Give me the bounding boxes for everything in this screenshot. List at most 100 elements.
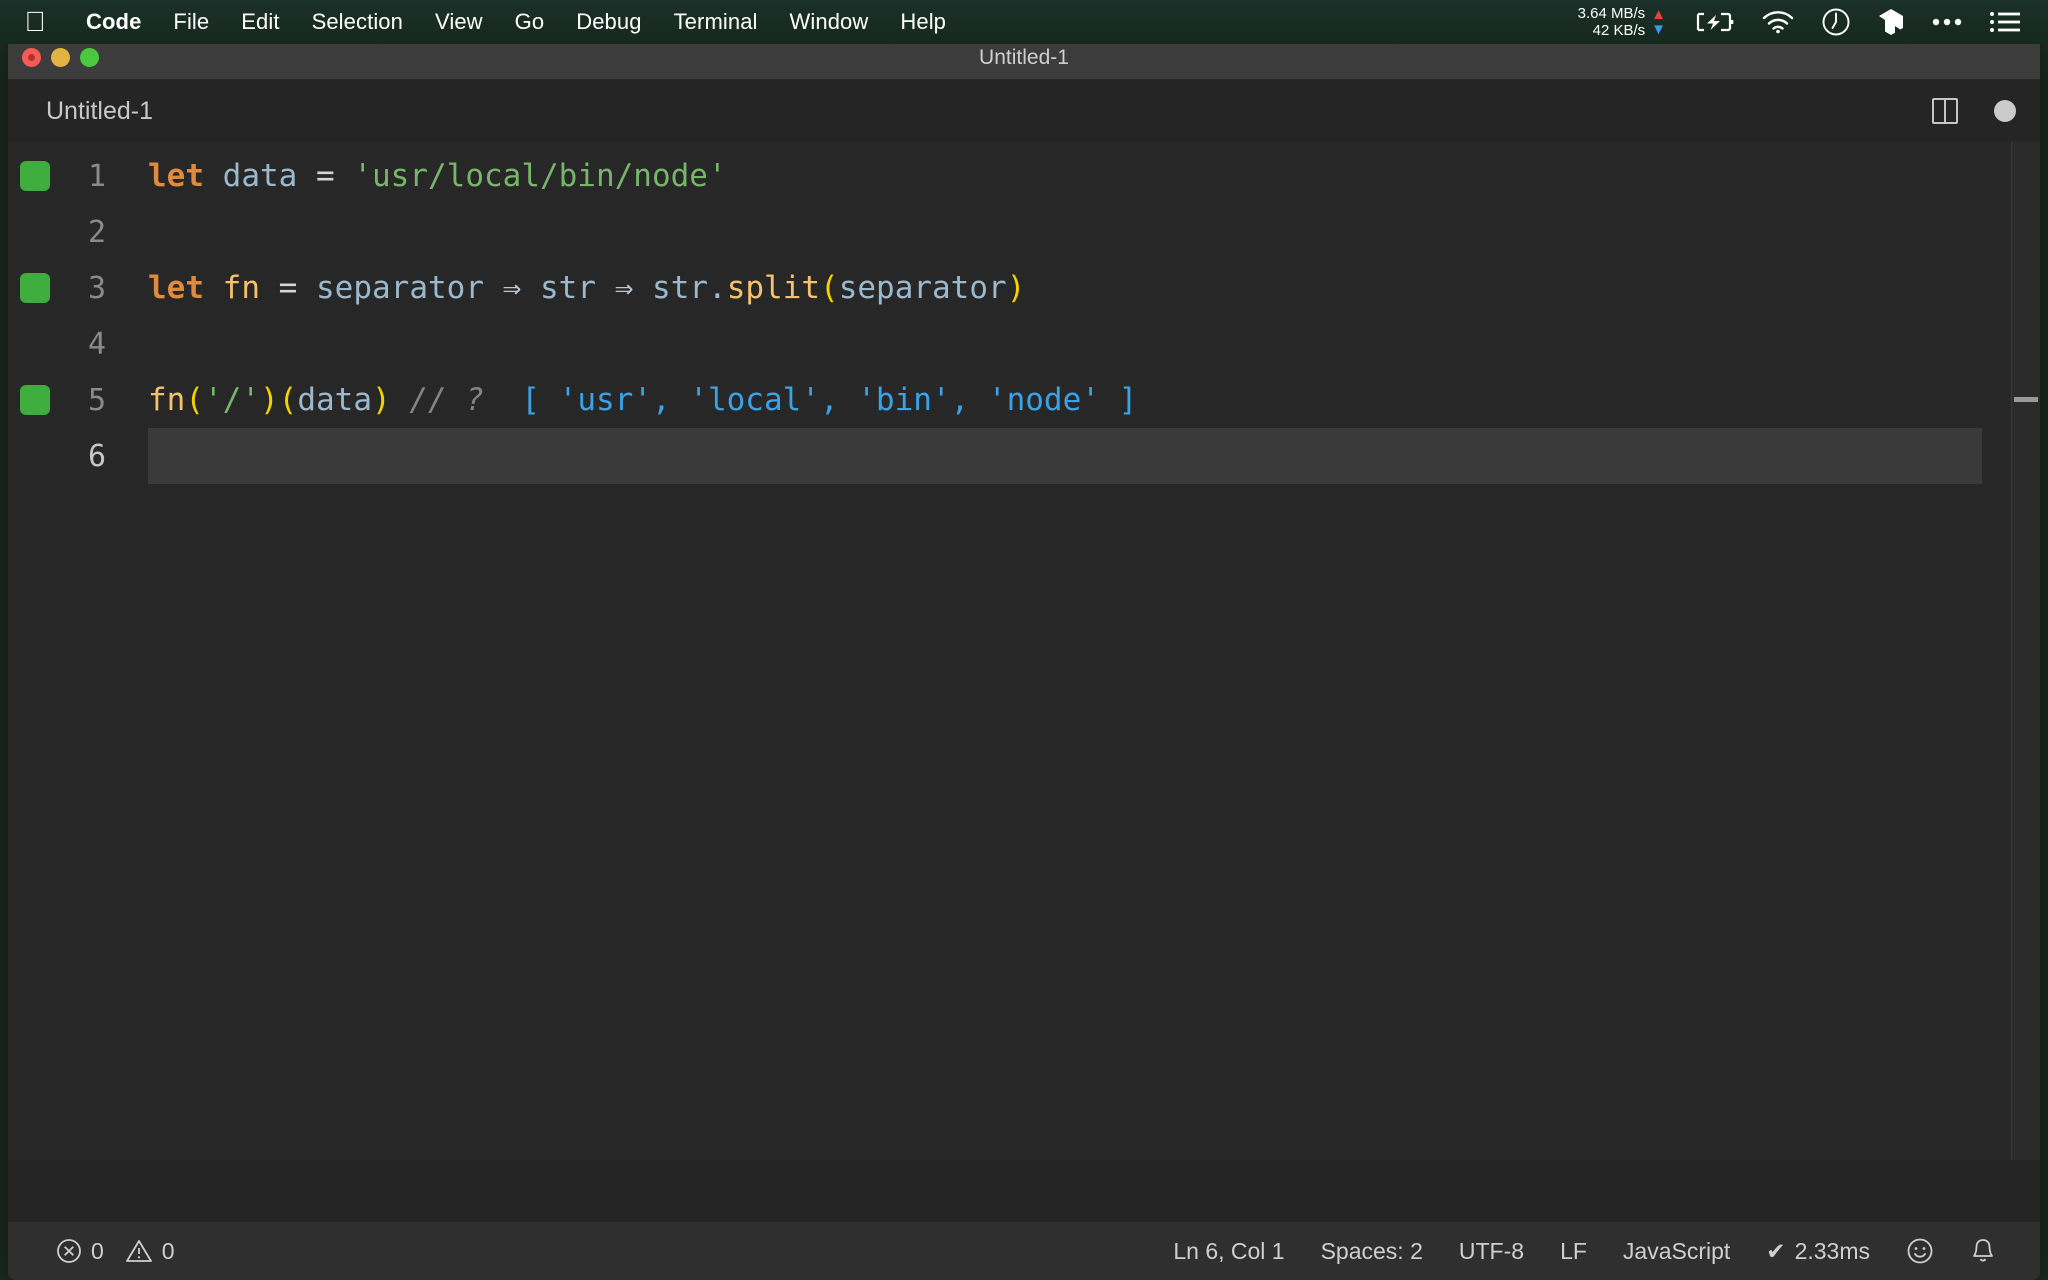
token-paren: ) <box>260 382 279 418</box>
token-op <box>484 270 503 306</box>
wifi-icon[interactable] <box>1761 10 1795 34</box>
menu-item-selection[interactable]: Selection <box>296 9 419 35</box>
token-kw: let <box>148 158 204 194</box>
error-circle-icon <box>56 1238 82 1264</box>
menu-item-edit[interactable]: Edit <box>225 9 295 35</box>
token-paren: ( <box>278 382 298 418</box>
language-mode[interactable]: JavaScript <box>1605 1238 1748 1265</box>
menu-item-view[interactable]: View <box>419 9 499 35</box>
token-arrow: ⇒ <box>614 270 634 306</box>
smiley-feedback-icon[interactable] <box>1888 1237 1952 1265</box>
code-line[interactable]: 1 let data = 'usr/local/bin/node' <box>8 148 2040 204</box>
code-line[interactable]: 5 fn('/')(data) // ? [ 'usr', 'local', 'b… <box>8 372 2040 428</box>
token-op <box>484 382 521 418</box>
token-var: str <box>652 270 709 306</box>
clock-icon[interactable] <box>1821 7 1851 37</box>
overview-ruler-scrollbar[interactable] <box>2012 142 2040 1160</box>
menu-item-window[interactable]: Window <box>774 9 885 35</box>
token-op <box>204 270 223 306</box>
token-var: separator <box>838 270 1007 306</box>
token-paren: ) <box>372 382 391 418</box>
menu-item-file[interactable]: File <box>157 9 225 35</box>
editor-actions <box>1932 80 2016 142</box>
menu-item-code[interactable]: Code <box>70 9 157 35</box>
token-str: '/' <box>204 382 260 418</box>
line-number: 2 <box>87 214 106 250</box>
network-speed-arrows: ▲ ▼ <box>1651 7 1666 37</box>
problems-status[interactable]: 0 0 <box>38 1238 193 1265</box>
token-op: = <box>278 270 298 306</box>
line-content: let data = 'usr/local/bin/node' <box>118 158 727 194</box>
warning-triangle-icon <box>125 1238 153 1264</box>
unsaved-dot-icon[interactable] <box>1994 100 2016 122</box>
menu-item-terminal[interactable]: Terminal <box>658 9 774 35</box>
quokka-check-icon: ✔ <box>1766 1237 1786 1264</box>
download-speed: 42 KB/s <box>1592 22 1646 39</box>
ellipsis-icon[interactable] <box>1931 17 1963 27</box>
cursor-position[interactable]: Ln 6, Col 1 <box>1155 1238 1302 1265</box>
code-line[interactable]: 4 <box>8 316 2040 372</box>
upload-speed: 3.64 MB/s <box>1577 5 1646 22</box>
token-op <box>633 270 652 306</box>
upload-arrow-icon: ▲ <box>1651 6 1666 23</box>
active-line-highlight <box>148 428 1982 484</box>
overview-ruler-mark <box>2014 397 2038 402</box>
token-fn: split <box>726 270 821 306</box>
token-str: 'usr/local/bin/node' <box>353 158 727 194</box>
quokka-gutter-marker[interactable] <box>20 385 50 415</box>
token-op <box>335 158 354 194</box>
code-editor[interactable]: 1 let data = 'usr/local/bin/node' 2 3 let fn… <box>8 142 2040 1160</box>
token-op <box>204 158 223 194</box>
indentation-setting[interactable]: Spaces: 2 <box>1303 1238 1441 1265</box>
network-speed-values: 3.64 MB/s 42 KB/s <box>1578 5 1646 39</box>
token-op: = <box>316 158 335 194</box>
error-count: 0 <box>91 1237 104 1264</box>
tab-untitled-1[interactable]: Untitled-1 <box>8 80 177 142</box>
status-bar-left: 0 0 <box>8 1238 193 1265</box>
token-fn: fn <box>222 270 260 306</box>
token-var: . <box>708 270 727 306</box>
menu-item-help[interactable]: Help <box>884 9 962 35</box>
dropbox-icon[interactable] <box>1877 7 1905 37</box>
token-op <box>260 270 279 306</box>
menu-item-go[interactable]: Go <box>499 9 561 35</box>
token-paren: ( <box>820 270 839 306</box>
token-op <box>297 158 316 194</box>
menu-bar-items:  Code File Edit Selection View Go Debug… <box>22 7 962 37</box>
line-ending-setting[interactable]: LF <box>1542 1238 1605 1265</box>
token-op <box>596 270 615 306</box>
window-title: Untitled-1 <box>979 45 1069 69</box>
token-arrow: ⇒ <box>502 270 522 306</box>
quokka-status[interactable]: ✔ 2.33ms <box>1748 1238 1888 1265</box>
code-line[interactable]: 6 <box>8 428 2040 484</box>
apple-logo-icon[interactable]:  <box>22 7 48 37</box>
token-var: data <box>297 382 372 418</box>
encoding-setting[interactable]: UTF-8 <box>1441 1238 1542 1265</box>
vscode-window: Untitled-1 Untitled-1 1 let data = 'usr/l… <box>8 36 2040 1280</box>
token-paren: ( <box>185 382 204 418</box>
token-fn: fn <box>148 382 186 418</box>
token-var: data <box>222 158 298 194</box>
line-number: 4 <box>87 326 106 362</box>
line-content: fn('/')(data) // ? [ 'usr', 'local', 'bi… <box>118 382 1137 418</box>
code-lines: 1 let data = 'usr/local/bin/node' 2 3 let fn… <box>8 142 2040 484</box>
menu-bar-status-items: 3.64 MB/s 42 KB/s ▲ ▼ <box>1578 5 2034 39</box>
token-op <box>391 382 410 418</box>
network-speed-indicator[interactable]: 3.64 MB/s 42 KB/s ▲ ▼ <box>1578 5 1666 39</box>
warning-count: 0 <box>161 1237 175 1264</box>
token-var: str <box>540 270 597 306</box>
code-line[interactable]: 2 <box>8 204 2040 260</box>
split-editor-icon[interactable] <box>1932 98 1958 124</box>
menu-item-debug[interactable]: Debug <box>560 9 657 35</box>
token-paren: ) <box>1006 270 1026 306</box>
quokka-gutter-marker[interactable] <box>20 273 50 303</box>
token-var: separator <box>316 270 484 306</box>
control-center-list-icon[interactable] <box>1989 10 2021 34</box>
bell-notifications-icon[interactable] <box>1952 1237 2014 1265</box>
code-line[interactable]: 3 let fn = separator ⇒ str ⇒ str.split(se… <box>8 260 2040 316</box>
battery-charging-icon[interactable] <box>1695 10 1735 34</box>
quokka-time: 2.33ms <box>1794 1237 1870 1264</box>
token-comment: // ? <box>409 382 484 418</box>
line-number: 6 <box>87 438 106 474</box>
quokka-gutter-marker[interactable] <box>20 161 50 191</box>
